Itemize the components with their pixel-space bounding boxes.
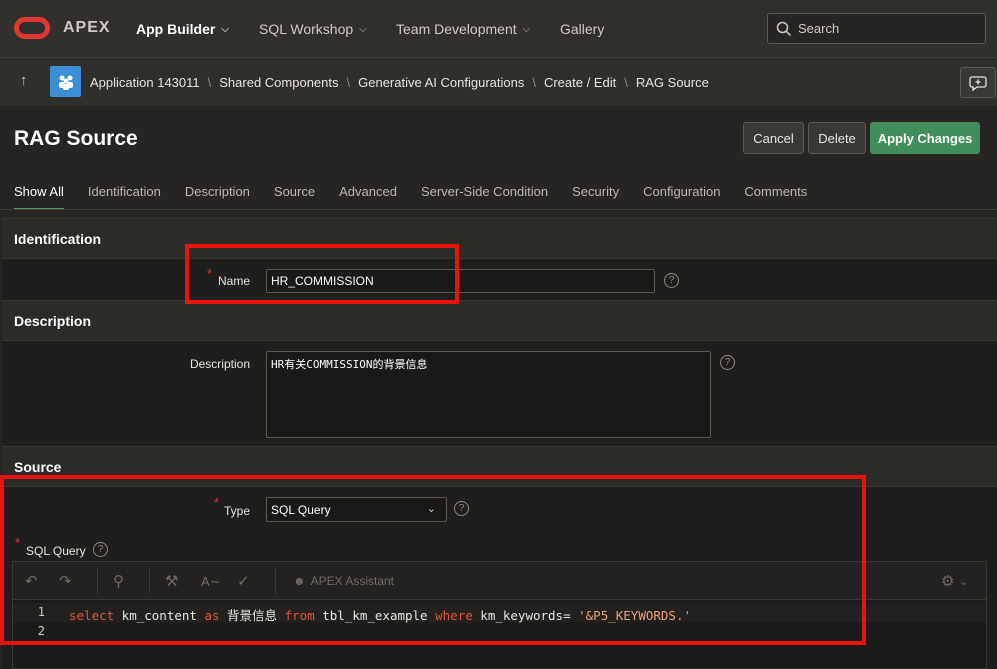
chevron-down-icon[interactable]: ⌄ (959, 575, 968, 588)
nav-team-development[interactable]: Team Development ⌵ (396, 21, 530, 37)
nav-app-builder[interactable]: App Builder ⌵ (136, 21, 229, 37)
tab-show-all[interactable]: Show All (14, 184, 64, 210)
chevron-down-icon: ⌵ (522, 23, 531, 35)
code-line[interactable]: 2 (13, 622, 986, 641)
source-section-header: Source (2, 446, 997, 486)
type-select[interactable]: SQL Query ⌄ (266, 497, 447, 522)
delete-button[interactable]: Delete (808, 122, 866, 154)
identification-section-body: * Name ? (2, 258, 997, 300)
page-title: RAG Source (14, 127, 138, 150)
identification-section-header: Identification (2, 218, 997, 258)
nav-gallery-label: Gallery (560, 21, 605, 37)
breadcrumb-shared-components[interactable]: Shared Components (219, 75, 338, 90)
format-text-icon[interactable]: A∼ (201, 574, 221, 590)
identification-section-title: Identification (14, 231, 102, 247)
tab-security[interactable]: Security (572, 184, 619, 210)
help-icon[interactable]: ? (720, 355, 735, 370)
redo-icon[interactable]: ↷ (59, 572, 72, 590)
description-section-header: Description (2, 300, 997, 340)
breadcrumb-create-edit[interactable]: Create / Edit (544, 75, 616, 90)
nav-team-development-label: Team Development (396, 21, 517, 37)
line-number: 1 (37, 605, 45, 619)
search-icon (776, 21, 792, 36)
feedback-icon (969, 75, 987, 91)
source-section-title: Source (14, 459, 62, 475)
section-tabs: Show All Identification Description Sour… (14, 184, 807, 210)
tabs-divider (0, 209, 997, 210)
toolbar-divider (275, 568, 276, 594)
help-icon[interactable]: ? (664, 273, 679, 288)
cancel-button[interactable]: Cancel (743, 122, 804, 154)
toolbar-divider (149, 568, 150, 594)
sql-keyword: select (69, 608, 115, 623)
description-section-title: Description (14, 313, 92, 329)
validate-check-icon[interactable]: ✓ (237, 572, 250, 590)
undo-icon[interactable]: ↶ (25, 572, 38, 590)
tab-description[interactable]: Description (185, 184, 250, 210)
breadcrumb-application[interactable]: Application 143011 (90, 75, 200, 90)
tab-comments[interactable]: Comments (744, 184, 807, 210)
line-number: 2 (37, 624, 45, 638)
code-line[interactable]: 1 select km_content as 背景信息 from tbl_km_… (13, 603, 986, 623)
name-input[interactable] (266, 269, 655, 293)
nav-sql-workshop-label: SQL Workshop (259, 21, 354, 37)
search-box[interactable] (767, 13, 986, 44)
chevron-down-icon: ⌵ (221, 23, 229, 35)
breadcrumb-current-page: RAG Source (635, 75, 709, 90)
chevron-down-icon: ⌵ (359, 23, 367, 35)
description-label: Description (189, 357, 250, 371)
sql-query-label: SQL Query (26, 544, 86, 558)
people-icon (58, 75, 73, 90)
sql-keyword: from (284, 608, 315, 623)
sql-condition: km_keywords= (472, 608, 579, 623)
top-navigation-bar: APEX App Builder ⌵ SQL Workshop ⌵ Team D… (0, 0, 997, 57)
oracle-logo-icon[interactable] (14, 17, 50, 39)
breadcrumb-separator: \ (532, 75, 536, 90)
tab-identification[interactable]: Identification (88, 184, 161, 210)
tab-configuration[interactable]: Configuration (643, 184, 720, 210)
description-section-body: Description HR有关COMMISSION的背景信息 ? (2, 340, 997, 446)
required-marker: * (15, 535, 21, 550)
help-icon[interactable]: ? (93, 542, 108, 557)
nav-app-builder-label: App Builder (136, 21, 216, 37)
breadcrumb-generative-ai-configurations[interactable]: Generative AI Configurations (358, 75, 524, 90)
sql-alias: 背景信息 (219, 608, 285, 623)
apply-changes-button[interactable]: Apply Changes (870, 122, 980, 154)
sql-keyword: as (204, 608, 220, 623)
arrow-up-icon[interactable]: ↑ (20, 72, 28, 89)
search-icon[interactable]: ⚲ (113, 572, 124, 590)
breadcrumb-bar: ↑ Application 143011 \ Shared Components… (0, 57, 997, 106)
type-label: Type (223, 504, 250, 518)
tab-source[interactable]: Source (274, 184, 315, 210)
help-icon[interactable]: ? (454, 501, 469, 516)
apex-assistant-button[interactable]: ☻ APEX Assistant (293, 574, 394, 588)
settings-gear-icon[interactable]: ⚙ (941, 572, 954, 590)
chevron-down-icon: ⌄ (426, 503, 436, 515)
application-icon[interactable] (50, 66, 81, 97)
assistant-icon: ☻ (293, 574, 306, 588)
sql-table: tbl_km_example (314, 608, 436, 623)
tab-server-side-condition[interactable]: Server-Side Condition (421, 184, 548, 210)
sql-string: '&P5_KEYWORDS.' (578, 608, 692, 623)
toolbar-divider (97, 568, 98, 594)
apex-brand[interactable]: APEX (63, 19, 111, 37)
hammer-icon[interactable]: ⚒ (165, 572, 178, 590)
editor-toolbar: ↶ ↷ ⚲ ⚒ A∼ ✓ ☻ APEX Assistant ⚙ ⌄ (13, 562, 986, 600)
breadcrumb: Application 143011 \ Shared Components \… (90, 75, 709, 90)
sql-code-editor[interactable]: ↶ ↷ ⚲ ⚒ A∼ ✓ ☻ APEX Assistant ⚙ ⌄ 1 sele… (12, 561, 987, 669)
sql-column: km_content (114, 608, 205, 623)
sql-keyword: where (435, 608, 473, 623)
search-input[interactable] (798, 21, 978, 36)
tab-advanced[interactable]: Advanced (339, 184, 397, 210)
type-select-value: SQL Query (271, 502, 331, 517)
breadcrumb-separator: \ (346, 75, 351, 90)
breadcrumb-separator: \ (624, 75, 628, 90)
nav-gallery[interactable]: Gallery (560, 21, 604, 37)
breadcrumb-separator: \ (207, 75, 212, 90)
description-textarea[interactable]: HR有关COMMISSION的背景信息 (266, 351, 711, 438)
feedback-button[interactable] (960, 67, 996, 98)
name-label: Name (217, 274, 250, 288)
nav-sql-workshop[interactable]: SQL Workshop ⌵ (259, 21, 367, 37)
apex-assistant-label: APEX Assistant (310, 574, 395, 588)
